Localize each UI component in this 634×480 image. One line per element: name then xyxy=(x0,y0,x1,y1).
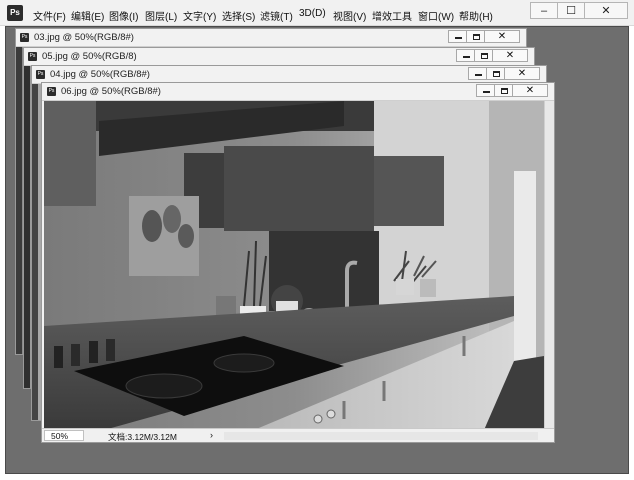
doc-close-button[interactable]: ✕ xyxy=(512,84,548,97)
menu-layer[interactable]: 图层(L) xyxy=(145,8,177,23)
app-minimize-button[interactable]: – xyxy=(530,2,558,19)
canvas-edge xyxy=(32,84,38,420)
menu-edit[interactable]: 编辑(E) xyxy=(71,8,104,23)
status-bar: 50% 文档:3.12M/3.12M › xyxy=(42,428,554,442)
menu-bar: Ps 文件(F) 编辑(E) 图像(I) 图层(L) 文字(Y) 选择(S) 滤… xyxy=(0,0,634,26)
app-window-controls: – ☐ ✕ xyxy=(530,2,628,19)
document-icon: Ps xyxy=(36,70,45,79)
doc-minimize-button[interactable] xyxy=(456,49,475,62)
document-tab[interactable]: Ps 06.jpg @ 50%(RGB/8#) ✕ xyxy=(42,83,554,101)
menu-view[interactable]: 视图(V) xyxy=(333,8,366,23)
menu-type[interactable]: 文字(Y) xyxy=(183,8,216,23)
doc-close-button[interactable]: ✕ xyxy=(484,30,520,43)
document-title: 03.jpg @ 50%(RGB/8#) xyxy=(34,32,134,43)
canvas-edge xyxy=(16,47,22,354)
doc-maximize-button[interactable] xyxy=(486,67,505,80)
document-tab[interactable]: Ps 03.jpg @ 50%(RGB/8#) ✕ xyxy=(16,29,526,47)
document-icon: Ps xyxy=(28,52,37,61)
doc-minimize-button[interactable] xyxy=(476,84,495,97)
menu-plugins[interactable]: 增效工具 xyxy=(372,8,412,23)
kitchen-photo[interactable] xyxy=(44,101,544,430)
menu-file[interactable]: 文件(F) xyxy=(33,8,66,23)
app-maximize-button[interactable]: ☐ xyxy=(557,2,585,19)
document-icon: Ps xyxy=(47,87,56,96)
document-window-06[interactable]: Ps 06.jpg @ 50%(RGB/8#) ✕ 50% 文档:3.12M/3… xyxy=(41,82,555,443)
document-size-info[interactable]: 文档:3.12M/3.12M xyxy=(108,431,177,443)
doc-minimize-button[interactable] xyxy=(448,30,467,43)
doc-close-button[interactable]: ✕ xyxy=(504,67,540,80)
menu-window[interactable]: 窗口(W) xyxy=(418,8,454,23)
document-title: 05.jpg @ 50%(RGB/8) xyxy=(42,51,137,62)
menu-help[interactable]: 帮助(H) xyxy=(459,8,493,23)
chevron-right-icon[interactable]: › xyxy=(210,430,213,440)
doc-close-button[interactable]: ✕ xyxy=(492,49,528,62)
menu-select[interactable]: 选择(S) xyxy=(222,8,255,23)
vertical-scrollbar[interactable] xyxy=(544,101,554,428)
canvas-edge xyxy=(24,66,30,388)
app-bottom-edge xyxy=(0,474,634,480)
doc-maximize-button[interactable] xyxy=(494,84,513,97)
document-tab[interactable]: Ps 05.jpg @ 50%(RGB/8) ✕ xyxy=(24,48,534,66)
doc-minimize-button[interactable] xyxy=(468,67,487,80)
document-icon: Ps xyxy=(20,33,29,42)
app-close-button[interactable]: ✕ xyxy=(584,2,628,19)
zoom-level-field[interactable]: 50% xyxy=(44,430,84,441)
menu-filter[interactable]: 滤镜(T) xyxy=(260,8,293,23)
doc-maximize-button[interactable] xyxy=(466,30,485,43)
horizontal-scrollbar[interactable] xyxy=(224,432,538,440)
doc-maximize-button[interactable] xyxy=(474,49,493,62)
menu-3d[interactable]: 3D(D) xyxy=(299,8,326,19)
document-title: 06.jpg @ 50%(RGB/8#) xyxy=(61,86,161,97)
menu-image[interactable]: 图像(I) xyxy=(109,8,138,23)
document-title: 04.jpg @ 50%(RGB/8#) xyxy=(50,69,150,80)
workspace: Ps 03.jpg @ 50%(RGB/8#) ✕ Ps 05.jpg @ 50… xyxy=(5,26,629,474)
photoshop-logo-icon: Ps xyxy=(7,5,23,21)
